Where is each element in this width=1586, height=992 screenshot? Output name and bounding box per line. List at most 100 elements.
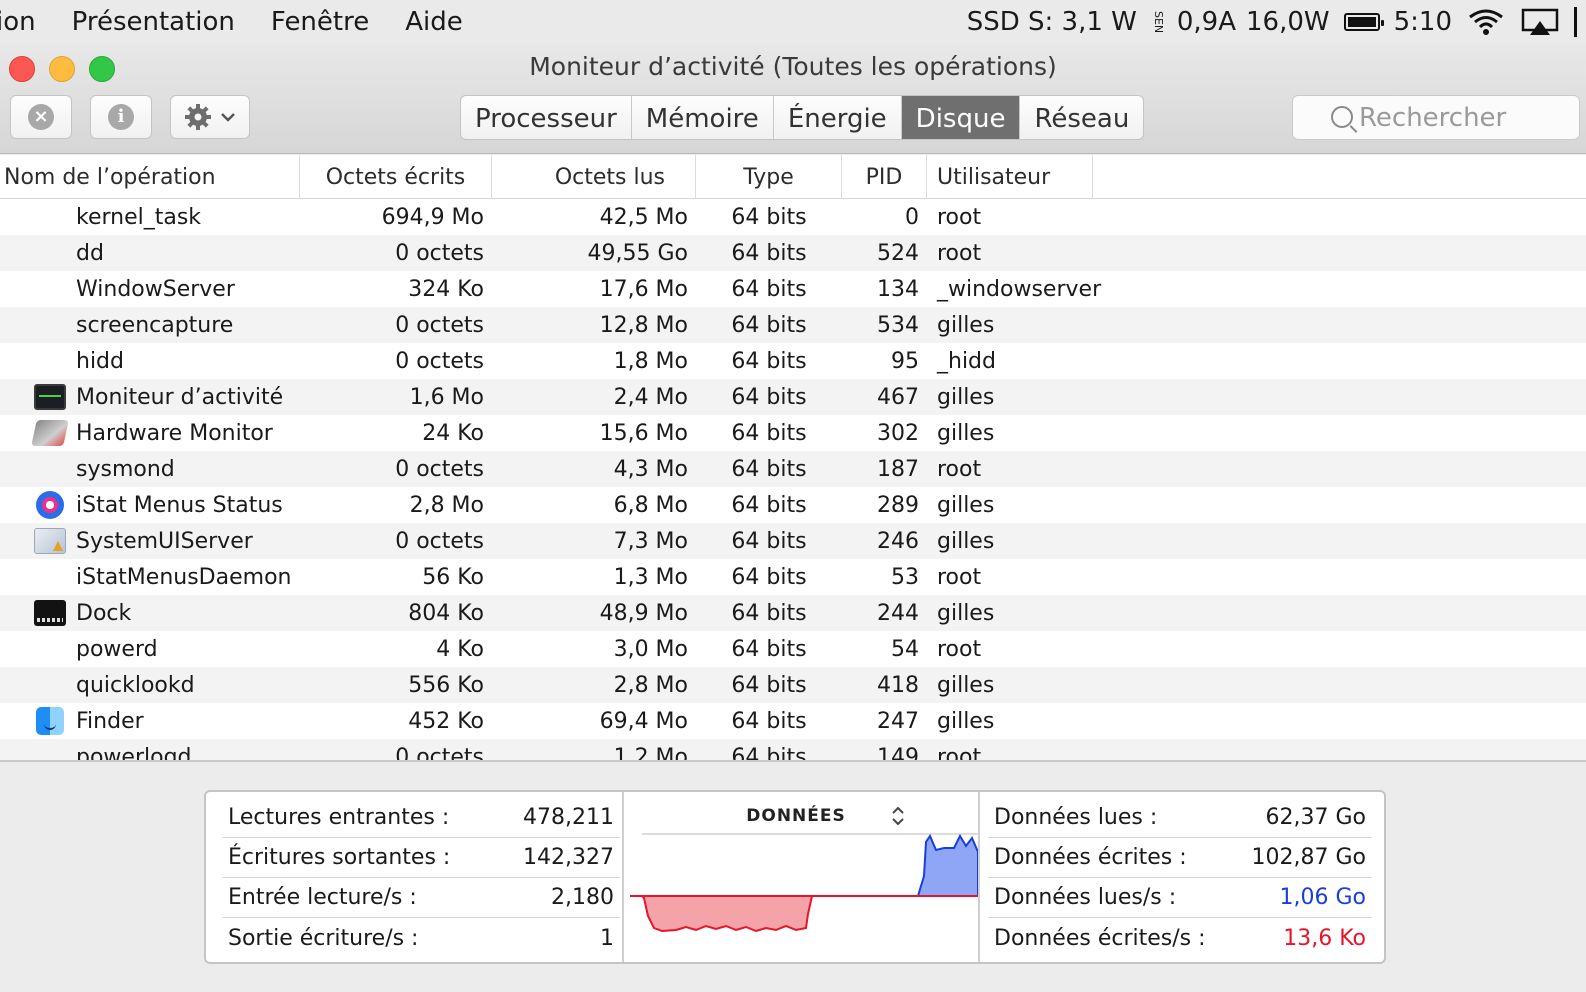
bytes-written-cell: 804 Ko xyxy=(408,600,484,626)
process-name: Finder xyxy=(76,708,144,734)
user-cell: gilles xyxy=(937,600,995,626)
disk-stats-panel: Lectures entrantes : 478,211 Écritures s… xyxy=(204,790,1386,964)
no-icon xyxy=(34,636,66,662)
data-activity-graph xyxy=(630,833,979,933)
table-row[interactable]: kernel_task 694,9 Mo 42,5 Mo 64 bits 0 root xyxy=(0,199,1586,235)
search-icon xyxy=(1331,106,1353,128)
stat-value: 62,37 Go xyxy=(1265,805,1366,830)
type-cell: 64 bits xyxy=(731,204,807,230)
bytes-written-cell: 0 octets xyxy=(395,528,484,554)
bytes-written-cell: 56 Ko xyxy=(422,564,484,590)
table-row[interactable]: powerlogd 0 octets 1,2 Mo 64 bits 149 root xyxy=(0,739,1586,760)
table-row[interactable]: Moniteur d’activité 1,6 Mo 2,4 Mo 64 bits 46… xyxy=(0,379,1586,415)
table-row[interactable]: screencapture 0 octets 12,8 Mo 64 bits 534 gi… xyxy=(0,307,1586,343)
process-name-cell: sysmond xyxy=(0,456,300,482)
stat-data-written: Données écrites : 102,87 Go xyxy=(988,838,1372,878)
table-row[interactable]: powerd 4 Ko 3,0 Mo 64 bits 54 root xyxy=(0,631,1586,667)
bytes-written-cell: 1,6 Mo xyxy=(409,384,484,410)
table-row[interactable]: Dock 804 Ko 48,9 Mo 64 bits 244 gilles xyxy=(0,595,1586,631)
user-cell: gilles xyxy=(937,672,995,698)
type-cell: 64 bits xyxy=(731,528,807,554)
menu-help[interactable]: Aide xyxy=(387,7,481,37)
airplay-icon[interactable] xyxy=(1520,7,1560,37)
table-row[interactable]: quicklookd 556 Ko 2,8 Mo 64 bits 418 gilles xyxy=(0,667,1586,703)
quit-process-button[interactable]: × xyxy=(10,95,72,139)
column-header-type[interactable]: Type xyxy=(696,155,842,199)
menu-clock[interactable]: 5:10 xyxy=(1394,7,1452,37)
column-header-user[interactable]: Utilisateur xyxy=(927,155,1093,199)
type-cell: 64 bits xyxy=(731,384,807,410)
process-name-cell: iStat Menus Status xyxy=(0,491,300,519)
type-cell: 64 bits xyxy=(731,312,807,338)
user-cell: gilles xyxy=(937,384,995,410)
tab-disk[interactable]: Disque xyxy=(901,96,1021,139)
stat-writes-out: Écritures sortantes : 142,327 xyxy=(222,838,620,878)
bytes-written-cell: 0 octets xyxy=(395,744,484,761)
tab-energy[interactable]: Énergie xyxy=(774,96,902,139)
column-header-name[interactable]: Nom de l’opération xyxy=(0,155,300,199)
process-name: WindowServer xyxy=(76,276,235,302)
bytes-written-cell: 24 Ko xyxy=(422,420,484,446)
no-icon xyxy=(34,312,66,338)
tab-cpu[interactable]: Processeur xyxy=(461,96,632,139)
table-row[interactable]: WindowServer 324 Ko 17,6 Mo 64 bits 134 _wind… xyxy=(0,271,1586,307)
table-row[interactable]: hidd 0 octets 1,8 Mo 64 bits 95 _hidd xyxy=(0,343,1586,379)
column-header-bytes-read[interactable]: Octets lus xyxy=(492,155,696,199)
table-row[interactable]: iStatMenusDaemon 56 Ko 1,3 Mo 64 bits 53 root xyxy=(0,559,1586,595)
read-series-area xyxy=(916,833,979,897)
battery-icon[interactable] xyxy=(1343,13,1384,31)
search-input[interactable] xyxy=(1359,102,1579,133)
no-icon xyxy=(34,744,66,760)
ssd-power-status[interactable]: SSD S: 3,1 W xyxy=(967,7,1137,37)
pid-cell: 95 xyxy=(891,348,919,374)
type-cell: 64 bits xyxy=(731,276,807,302)
bytes-read-cell: 6,8 Mo xyxy=(613,492,688,518)
column-header-bytes-written[interactable]: Octets écrits xyxy=(300,155,492,199)
table-row[interactable]: SystemUIServer 0 octets 7,3 Mo 64 bits 246 gi… xyxy=(0,523,1586,559)
stat-label: Écritures sortantes : xyxy=(228,845,451,870)
menu-presentation[interactable]: Présentation xyxy=(54,7,253,37)
pid-cell: 149 xyxy=(877,744,919,761)
pid-cell: 418 xyxy=(877,672,919,698)
inspect-process-button[interactable]: i xyxy=(90,95,152,139)
action-menu-button[interactable] xyxy=(170,95,250,139)
column-header-pid[interactable]: PID xyxy=(842,155,927,199)
user-cell: gilles xyxy=(937,528,995,554)
menu-bar: ion Présentation Fenêtre Aide SSD S: 3,1… xyxy=(0,0,1586,44)
tab-network[interactable]: Réseau xyxy=(1020,96,1143,139)
type-cell: 64 bits xyxy=(731,744,807,761)
type-cell: 64 bits xyxy=(731,456,807,482)
bytes-read-cell: 2,4 Mo xyxy=(613,384,688,410)
stat-writes-per-sec: Sortie écriture/s : 1 xyxy=(222,918,620,958)
search-field[interactable] xyxy=(1292,95,1580,140)
stat-label: Données écrites/s : xyxy=(994,925,1206,951)
table-row[interactable]: dd 0 octets 49,55 Go 64 bits 524 root xyxy=(0,235,1586,271)
user-cell: gilles xyxy=(937,420,995,446)
process-name-cell: iStatMenusDaemon xyxy=(0,564,300,590)
bytes-read-cell: 17,6 Mo xyxy=(599,276,688,302)
data-stats: Données lues : 62,37 Go Données écrites … xyxy=(988,798,1372,958)
table-row[interactable]: Hardware Monitor 24 Ko 15,6 Mo 64 bits 302 gi… xyxy=(0,415,1586,451)
tab-memory[interactable]: Mémoire xyxy=(632,96,774,139)
current-status[interactable]: 0,9A xyxy=(1177,7,1236,37)
table-row[interactable]: sysmond 0 octets 4,3 Mo 64 bits 187 root xyxy=(0,451,1586,487)
table-row[interactable]: Finder 452 Ko 69,4 Mo 64 bits 247 gilles xyxy=(0,703,1586,739)
pid-cell: 246 xyxy=(877,528,919,554)
split-divider[interactable] xyxy=(0,760,1586,762)
process-name: quicklookd xyxy=(76,672,195,698)
stat-reads-in: Lectures entrantes : 478,211 xyxy=(222,798,620,838)
menu-extra-truncated-icon xyxy=(1574,7,1586,37)
bytes-read-cell: 69,4 Mo xyxy=(599,708,688,734)
power-status[interactable]: 16,0W xyxy=(1246,7,1330,37)
bytes-written-cell: 694,9 Mo xyxy=(381,204,484,230)
no-icon xyxy=(34,564,66,590)
type-cell: 64 bits xyxy=(731,348,807,374)
menu-window[interactable]: Fenêtre xyxy=(253,7,387,37)
panel-separator xyxy=(622,792,624,962)
wifi-icon[interactable] xyxy=(1466,7,1506,37)
process-name: kernel_task xyxy=(76,204,202,230)
user-cell: _windowserver xyxy=(937,276,1102,302)
table-row[interactable]: iStat Menus Status 2,8 Mo 6,8 Mo 64 bits 289… xyxy=(0,487,1586,523)
type-cell: 64 bits xyxy=(731,564,807,590)
menu-view-truncated[interactable]: ion xyxy=(0,7,54,37)
